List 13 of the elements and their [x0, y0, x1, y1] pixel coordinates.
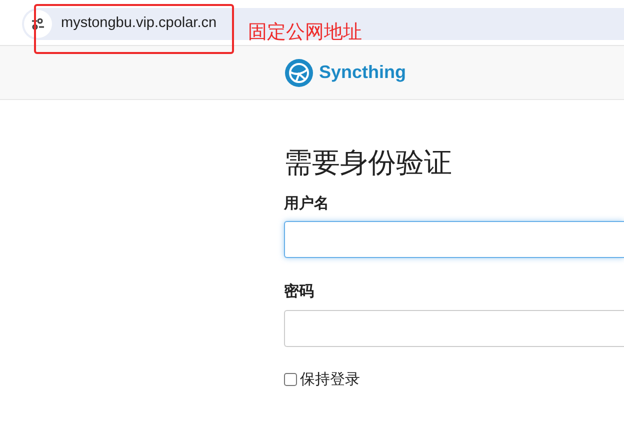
logo-icon — [284, 58, 314, 88]
address-bar[interactable]: mystongbu.vip.cpolar.cn 固定公网地址 — [22, 8, 624, 40]
field-label: 用户名 — [284, 192, 330, 214]
site-info-icon — [31, 18, 45, 30]
site-info-button[interactable] — [24, 10, 52, 38]
input-field[interactable] — [284, 221, 624, 258]
input-field[interactable] — [284, 310, 624, 347]
field-label: 密码 — [284, 281, 315, 302]
form-heading: 需要身份验证 — [284, 146, 453, 180]
brand-name[interactable]: Syncthing — [319, 59, 406, 86]
remember-label: 保持登录 — [300, 368, 360, 390]
remember-checkbox[interactable] — [284, 372, 297, 386]
url-text: mystongbu.vip.cpolar.cn — [61, 14, 217, 34]
